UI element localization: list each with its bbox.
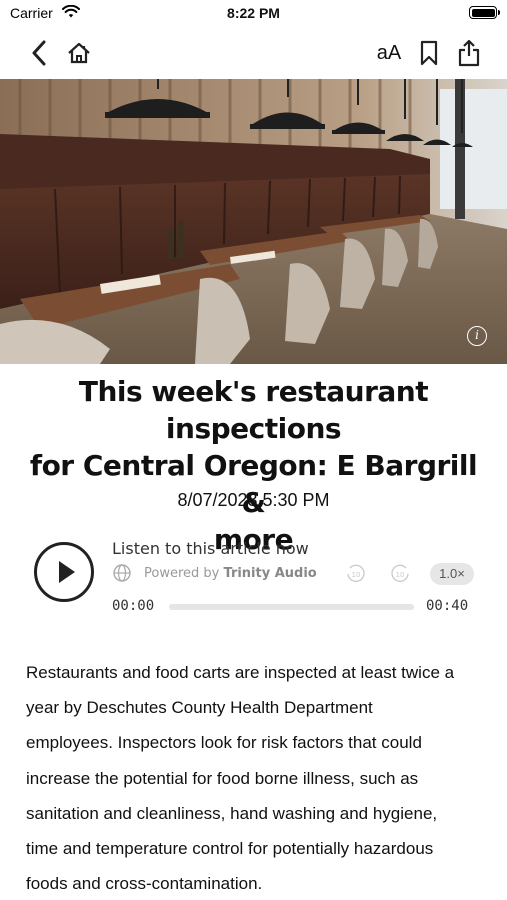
powered-by-label: Powered by Trinity Audio (144, 566, 317, 581)
total-time: 00:40 (426, 598, 469, 614)
forward-10-icon: 10 (391, 564, 409, 583)
skip-forward-label: 10 (396, 571, 405, 579)
home-icon (68, 42, 90, 64)
article-headline: This week's restaurant inspections for C… (14, 373, 493, 558)
skip-back-button[interactable]: 10 (345, 563, 367, 585)
rewind-10-icon: 10 (347, 564, 365, 583)
battery-icon (469, 6, 500, 19)
share-icon (458, 39, 480, 67)
hero-image: i (0, 79, 507, 364)
listen-label: Listen to this article now (112, 539, 309, 558)
brand-name: Trinity Audio (223, 566, 317, 581)
body-line: increase the potential for food borne il… (26, 768, 419, 788)
powered-by-text: Powered by (144, 566, 220, 581)
clock: 8:22 PM (227, 5, 280, 21)
audio-player: Listen to this article now Powered by Tr… (24, 536, 484, 626)
status-bar: Carrier 8:22 PM (0, 0, 507, 28)
article-body: Restaurants and food carts are inspected… (26, 655, 486, 900)
skip-forward-button[interactable]: 10 (389, 563, 411, 585)
body-line: foods and cross-contamination. (26, 874, 263, 894)
body-line: year by Deschutes County Health Departme… (26, 698, 373, 718)
body-line: Restaurants and food carts are inspected… (26, 663, 455, 682)
progress-bar[interactable] (169, 604, 414, 610)
globe-icon (113, 564, 131, 582)
restaurant-photo (0, 79, 507, 364)
bookmark-button[interactable] (412, 36, 446, 70)
info-icon[interactable]: i (467, 326, 487, 346)
headline-line: This week's restaurant inspections (78, 375, 429, 445)
chevron-left-icon (32, 40, 46, 66)
skip-back-label: 10 (352, 571, 361, 579)
current-time: 00:00 (112, 598, 155, 614)
share-button[interactable] (452, 36, 486, 70)
playback-speed-button[interactable]: 1.0× (430, 563, 474, 585)
play-button[interactable] (34, 542, 94, 602)
article-date: 8/07/2023 5:30 PM (177, 490, 330, 510)
bookmark-icon (420, 40, 438, 66)
text-size-button[interactable]: aA (372, 36, 406, 70)
body-line: time and temperature control for potenti… (26, 839, 434, 859)
body-line: employees. Inspectors look for risk fact… (26, 733, 422, 753)
body-line: sanitation and cleanliness, hand washing… (26, 803, 438, 823)
back-button[interactable] (22, 36, 56, 70)
nav-bar: aA (0, 30, 507, 76)
home-button[interactable] (62, 36, 96, 70)
